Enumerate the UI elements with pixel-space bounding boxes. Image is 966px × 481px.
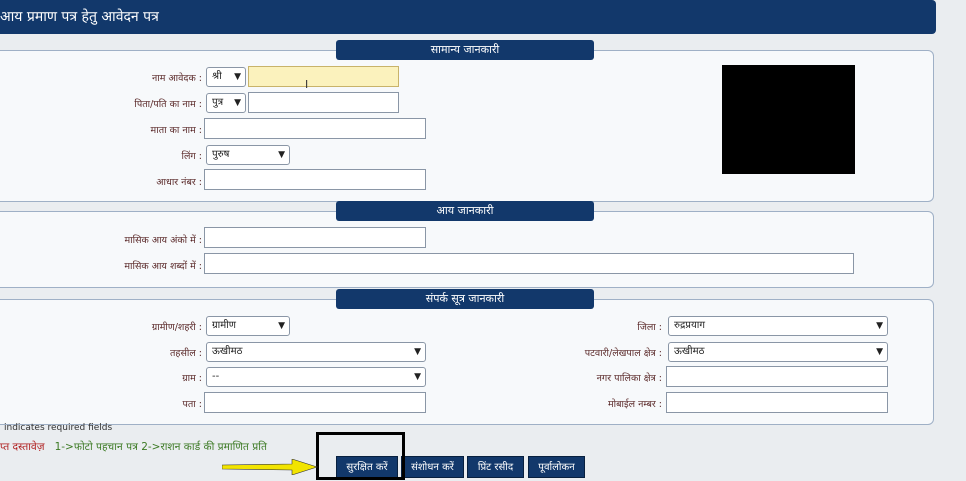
chevron-down-icon: ▼ xyxy=(876,321,883,331)
section-general-title: सामान्य जानकारी xyxy=(336,40,594,60)
chevron-down-icon: ▼ xyxy=(876,347,883,357)
patwari-select[interactable]: ऊखीमठ ▼ xyxy=(668,342,888,362)
mobile-label: मोबाईल नम्बर : xyxy=(607,399,662,410)
district-select[interactable]: रुद्रप्रयाग ▼ xyxy=(668,316,888,336)
print-receipt-button[interactable]: प्रिंट रसीद xyxy=(467,456,524,478)
area-label: ग्रामीण/शहरी : xyxy=(151,322,202,333)
applicant-prefix-value: श्री xyxy=(212,71,222,82)
applicant-photo xyxy=(722,65,855,174)
patwari-value: ऊखीमठ xyxy=(674,346,705,357)
nagar-palika-input[interactable] xyxy=(666,366,888,387)
father-prefix-select[interactable]: पुत्र ▼ xyxy=(206,93,246,113)
father-name-input[interactable] xyxy=(248,92,399,113)
gender-label: लिंग : xyxy=(181,151,202,162)
father-prefix-value: पुत्र xyxy=(212,97,224,108)
documents-prefix: प्त दस्तावेज़ xyxy=(0,441,45,453)
applicant-name-input[interactable] xyxy=(248,66,399,87)
father-label: पिता/पति का नाम : xyxy=(134,99,202,110)
monthly-income-digits-input[interactable] xyxy=(204,227,426,248)
nagar-label: नगर पालिका क्षेत्र : xyxy=(596,373,662,384)
mother-name-input[interactable] xyxy=(204,118,426,139)
monthly-income-words-input[interactable] xyxy=(204,253,854,274)
district-label: जिला : xyxy=(637,322,662,333)
address-input[interactable] xyxy=(204,392,426,413)
tehsil-value: ऊखीमठ xyxy=(212,346,243,357)
edit-button[interactable]: संशोधन करें xyxy=(401,456,464,478)
chevron-down-icon: ▼ xyxy=(234,98,241,108)
section-contact-title: संपर्क सूत्र जानकारी xyxy=(336,289,594,309)
area-value: ग्रामीण xyxy=(212,320,237,331)
required-note: indicates required fields xyxy=(4,423,113,433)
village-select[interactable]: -- ▼ xyxy=(206,367,426,387)
preview-button[interactable]: पूर्वालोकन xyxy=(528,456,585,478)
section-income-title: आय जानकारी xyxy=(336,201,594,221)
arrow-right-icon xyxy=(222,459,318,475)
patwari-label: पटवारी/लेखपाल क्षेत्र : xyxy=(584,348,662,359)
page-title: आय प्रमाण पत्र हेतु आवेदन पत्र xyxy=(0,9,159,25)
documents-note: प्त दस्तावेज़ 1->फोटो पहचान पत्र 2->राशन… xyxy=(0,440,267,454)
gender-select[interactable]: पुरुष ▼ xyxy=(206,145,290,165)
tehsil-select[interactable]: ऊखीमठ ▼ xyxy=(206,342,426,362)
district-value: रुद्रप्रयाग xyxy=(674,320,705,331)
documents-text: 1->फोटो पहचान पत्र 2->राशन कार्ड की प्रम… xyxy=(54,441,267,453)
mobile-input[interactable] xyxy=(666,392,888,413)
chevron-down-icon: ▼ xyxy=(414,372,421,382)
income-panel xyxy=(0,211,934,288)
aadhaar-label: आधार नंबर : xyxy=(156,177,202,188)
chevron-down-icon: ▼ xyxy=(234,72,241,82)
address-label: पता : xyxy=(182,399,203,410)
chevron-down-icon: ▼ xyxy=(278,150,285,160)
monthly-digits-label: मासिक आय अंको में : xyxy=(124,235,202,246)
tehsil-label: तहसील : xyxy=(169,348,202,359)
monthly-words-label: मासिक आय शब्दों में : xyxy=(124,261,202,272)
village-value: -- xyxy=(212,371,220,382)
gender-value: पुरुष xyxy=(212,149,230,160)
applicant-prefix-select[interactable]: श्री ▼ xyxy=(206,67,246,87)
page-header: आय प्रमाण पत्र हेतु आवेदन पत्र xyxy=(0,0,936,34)
chevron-down-icon: ▼ xyxy=(414,347,421,357)
highlight-box xyxy=(316,432,405,480)
area-select[interactable]: ग्रामीण ▼ xyxy=(206,316,290,336)
village-label: ग्राम : xyxy=(182,373,202,384)
chevron-down-icon: ▼ xyxy=(278,321,285,331)
applicant-label: नाम आवेदक : xyxy=(152,73,202,84)
mother-label: माता का नाम : xyxy=(150,125,202,136)
aadhaar-input[interactable] xyxy=(204,169,426,190)
text-cursor-icon: I xyxy=(305,78,309,91)
